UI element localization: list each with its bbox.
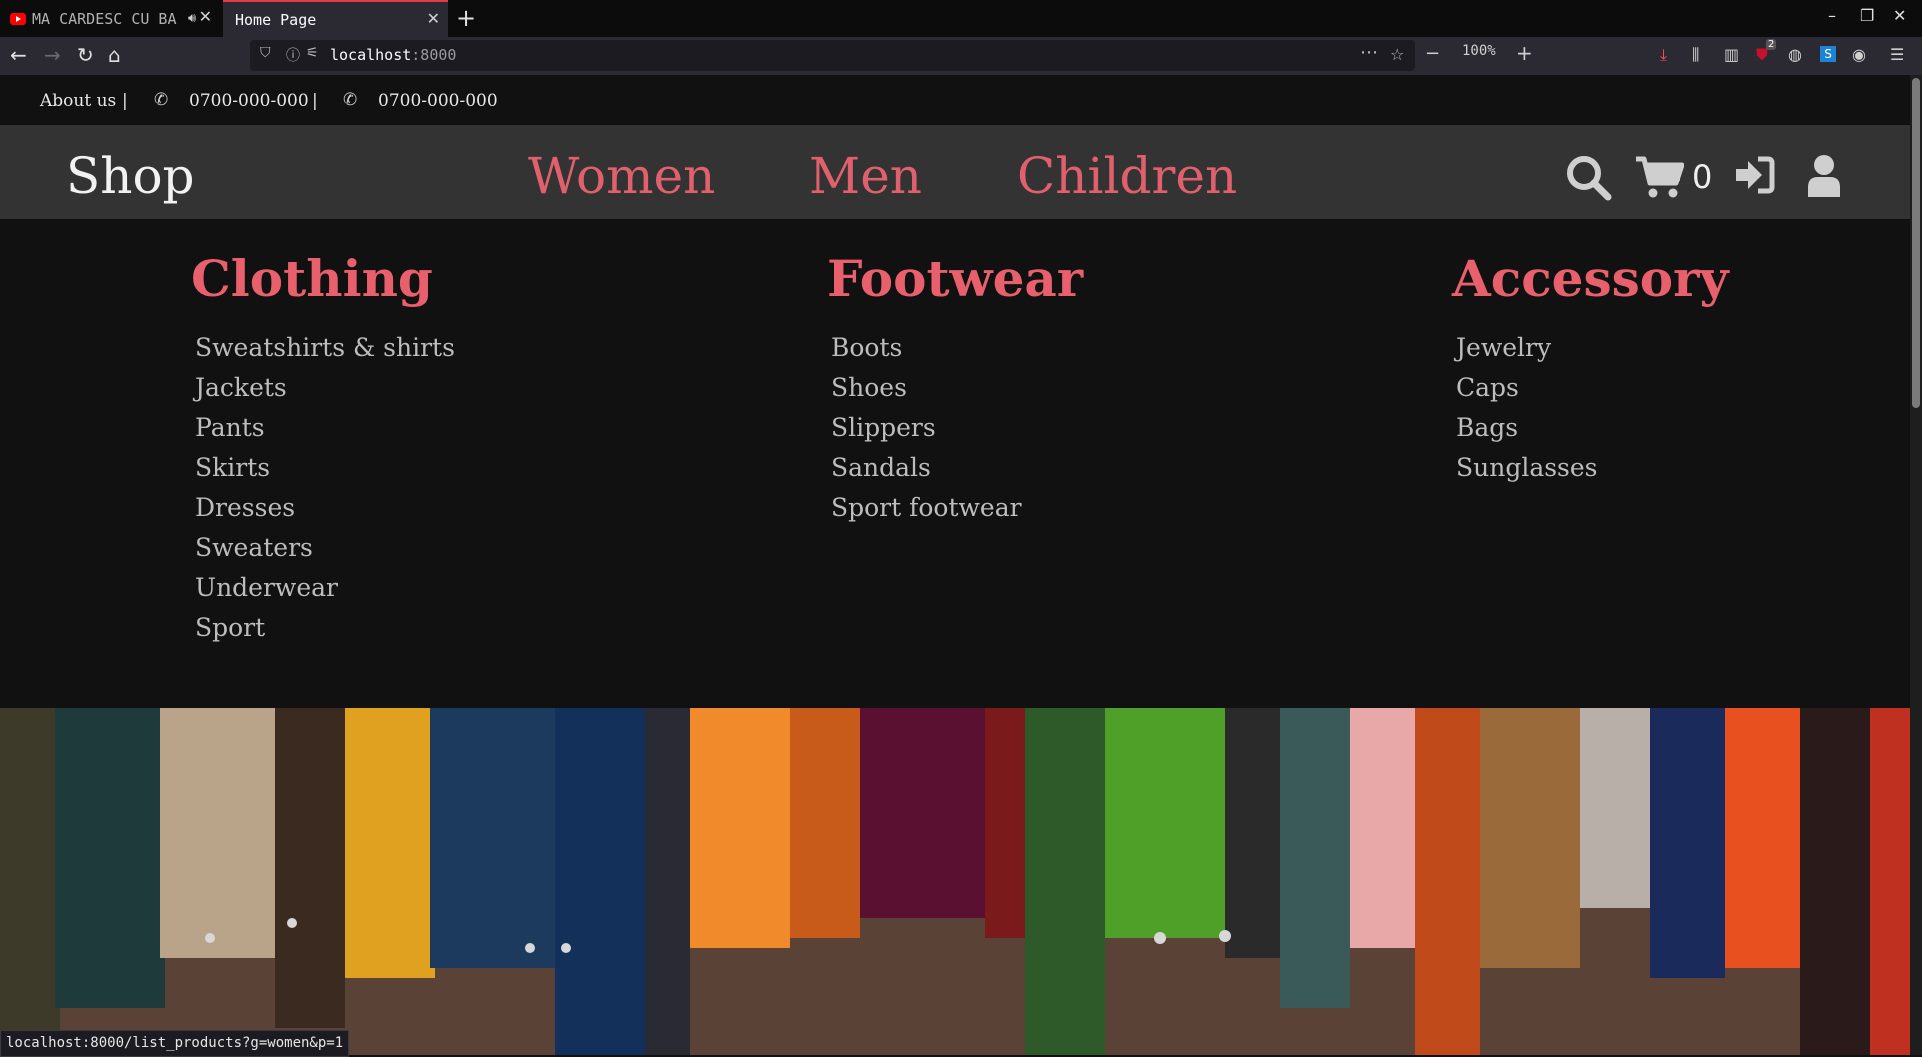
browser-tab-youtube[interactable]: MA CARDESC CU BA 🔊︎ ✕ [0,0,220,37]
close-window-icon[interactable]: ✕ [1893,6,1906,25]
menu-item[interactable]: Sport footwear [831,488,1022,528]
back-icon[interactable]: ← [10,43,27,67]
brand-logo[interactable]: Shop [66,147,195,205]
shield-icon[interactable]: ⛉ [260,45,271,61]
home-icon[interactable]: ⌂ [108,43,121,67]
whatsapp-number[interactable]: 0700-000-000 [378,91,498,111]
accessory-list: Jewelry Caps Bags Sunglasses [1456,328,1598,488]
tab-title: MA CARDESC CU BA [32,9,177,28]
menu-item[interactable]: Dresses [195,488,455,528]
reload-icon[interactable]: ↻ [77,43,94,67]
hero-image [0,708,1910,1055]
address-bar[interactable]: ⛉ ⓘ ⚟ localhost:8000 ⋯ ☆ [250,40,1415,71]
youtube-icon [10,12,26,25]
menu-item[interactable]: Jackets [195,368,455,408]
page-actions-icon[interactable]: ⋯ [1360,42,1378,63]
category-mega-menu: Clothing Sweatshirts & shirts Jackets Pa… [0,219,1910,708]
category-title-accessory[interactable]: Accessory [1452,249,1729,308]
speaker-icon[interactable]: 🔊︎ [188,11,196,26]
close-tab-icon[interactable]: ✕ [199,7,212,26]
nav-men[interactable]: Men [809,147,922,205]
sidebar-icon[interactable]: ▥ [1724,45,1739,64]
zoom-in-icon[interactable]: + [1516,41,1533,65]
category-title-footwear[interactable]: Footwear [827,249,1083,308]
menu-item[interactable]: Underwear [195,568,455,608]
clothing-rack-image [0,708,1910,1055]
phone-number[interactable]: 0700-000-000 [189,91,309,111]
menu-item[interactable]: Boots [831,328,1022,368]
menu-item[interactable]: Sport [195,608,455,648]
menu-item[interactable]: Sandals [831,448,1022,488]
extension-mask-icon[interactable]: ◍ [1788,45,1802,64]
about-us-link[interactable]: About us [40,91,116,111]
bookmark-star-icon[interactable]: ☆ [1390,45,1404,64]
zoom-level[interactable]: 100% [1462,43,1496,59]
menu-item[interactable]: Shoes [831,368,1022,408]
menu-item[interactable]: Bags [1456,408,1598,448]
permissions-icon[interactable]: ⚟ [306,45,319,61]
tab-title: Home Page [235,10,317,29]
phone-icon: ✆ [154,90,169,110]
menu-item[interactable]: Sweatshirts & shirts [195,328,455,368]
whatsapp-icon: ✆ [343,90,358,110]
category-title-clothing[interactable]: Clothing [191,249,433,308]
menu-item[interactable]: Sunglasses [1456,448,1598,488]
scrollbar-thumb[interactable] [1912,78,1920,408]
extension-badge: 2 [1766,39,1777,50]
minimize-icon[interactable]: – [1828,6,1836,25]
menu-item[interactable]: Jewelry [1456,328,1598,368]
separator: | [122,91,128,111]
nav-children[interactable]: Children [1017,147,1237,205]
footwear-list: Boots Shoes Slippers Sandals Sport footw… [831,328,1022,528]
nav-women[interactable]: Women [528,147,715,205]
site-header: Shop Women Men Children 0 [0,125,1910,219]
account-icon[interactable]: ◉ [1852,45,1866,64]
user-icon[interactable] [1806,153,1842,197]
browser-toolbar: ← → ↻ ⌂ ⛉ ⓘ ⚟ localhost:8000 ⋯ ☆ − 100% … [0,37,1922,75]
clothing-list: Sweatshirts & shirts Jackets Pants Skirt… [195,328,455,648]
menu-item[interactable]: Caps [1456,368,1598,408]
browser-tab-bar: MA CARDESC CU BA 🔊︎ ✕ Home Page ✕ + – ❐ … [0,0,1922,37]
zoom-out-icon[interactable]: − [1425,43,1440,64]
status-bar-url: localhost:8000/list_products?g=women&p=1 [0,1030,350,1057]
menu-item[interactable]: Sweaters [195,528,455,568]
library-icon[interactable]: ⫼ [1692,45,1699,65]
login-icon[interactable] [1732,155,1776,195]
cart-count: 0 [1692,158,1713,196]
menu-item[interactable]: Skirts [195,448,455,488]
browser-tab-home[interactable]: Home Page ✕ [223,0,448,37]
forward-icon[interactable]: → [44,43,61,67]
url-text[interactable]: localhost:8000 [330,46,456,64]
separator: | [312,91,318,111]
extension-s-icon[interactable]: S [1820,46,1836,62]
menu-hamburger-icon[interactable]: ☰ [1890,45,1904,64]
top-info-bar: About us | ✆ 0700-000-000 | ✆ 0700-000-0… [0,75,1910,125]
close-tab-icon[interactable]: ✕ [427,9,440,28]
info-icon[interactable]: ⓘ [286,45,300,65]
menu-item[interactable]: Pants [195,408,455,448]
download-icon[interactable]: ⤓ [1660,45,1667,65]
restore-icon[interactable]: ❐ [1860,6,1874,25]
cart-icon[interactable] [1634,155,1684,199]
web-page: About us | ✆ 0700-000-000 | ✆ 0700-000-0… [0,75,1910,1055]
search-icon[interactable] [1564,153,1612,201]
new-tab-icon[interactable]: + [456,4,476,32]
menu-item[interactable]: Slippers [831,408,1022,448]
